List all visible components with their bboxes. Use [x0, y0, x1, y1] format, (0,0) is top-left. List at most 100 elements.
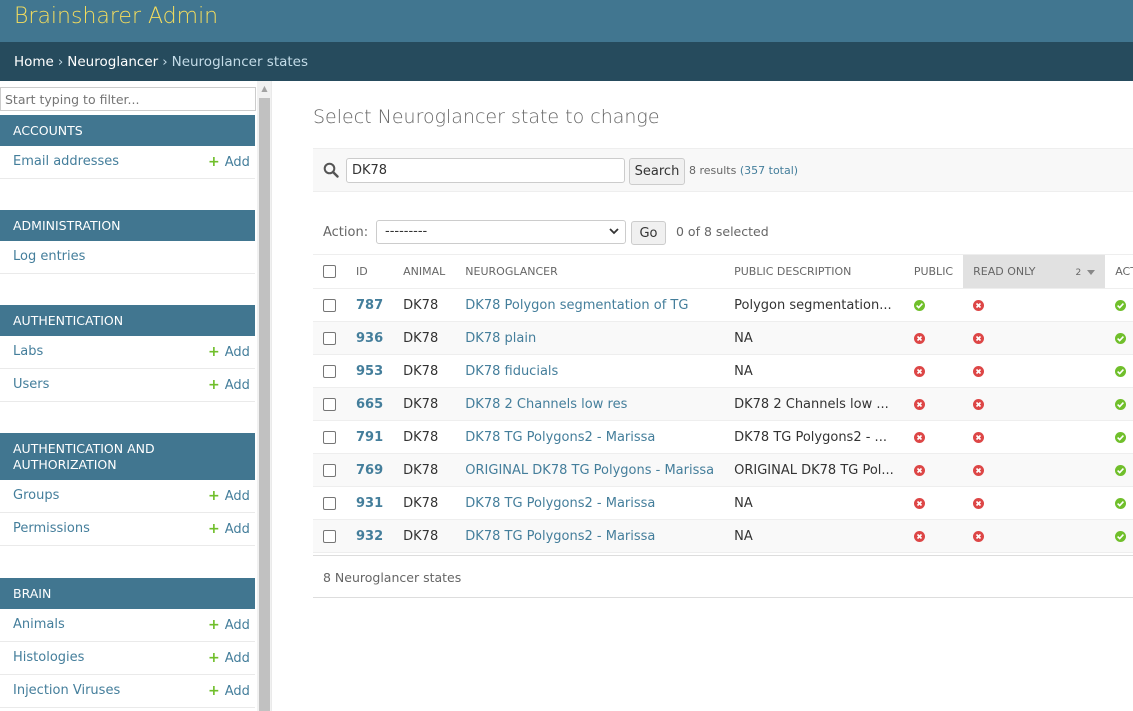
row-select-cell [313, 388, 346, 421]
row-id-link[interactable]: 931 [356, 496, 383, 511]
scroll-up-arrow-icon[interactable]: ▲ [257, 83, 271, 95]
cell-animal: DK78 [403, 363, 439, 379]
neuroglancer-link[interactable]: DK78 fiducials [465, 364, 558, 379]
go-button[interactable]: Go [631, 221, 666, 245]
cell-readonly [963, 487, 1105, 520]
row-id-link[interactable]: 932 [356, 529, 383, 544]
column-header-id[interactable]: ID [346, 254, 394, 289]
column-header-animal[interactable]: ANIMAL [393, 254, 456, 289]
row-checkbox[interactable] [323, 496, 336, 510]
row-id-link[interactable]: 769 [356, 463, 383, 478]
cell-active [1105, 322, 1133, 355]
sidebar-item-link[interactable]: Injection Viruses [13, 683, 120, 698]
add-link[interactable]: + Add [208, 344, 250, 360]
row-checkbox[interactable] [323, 463, 336, 477]
column-header-readonly[interactable]: READ ONLY 2 [963, 254, 1106, 289]
cell-neuroglancer: DK78 TG Polygons2 - Marissa [455, 520, 724, 553]
column-header-description[interactable]: PUBLIC DESCRIPTION [724, 254, 904, 289]
add-link[interactable]: + Add [208, 617, 250, 633]
neuroglancer-link[interactable]: DK78 plain [465, 331, 536, 346]
table-row: 769 DK78 ORIGINAL DK78 TG Polygons - Maris… [313, 453, 1133, 487]
search-button[interactable]: Search [629, 158, 685, 185]
add-link[interactable]: + Add [208, 154, 250, 170]
breadcrumb-home[interactable]: Home [14, 54, 54, 70]
row-checkbox[interactable] [323, 430, 336, 444]
action-select[interactable]: --------- [376, 220, 626, 244]
row-id-link[interactable]: 665 [356, 397, 383, 412]
no-icon [913, 332, 925, 344]
neuroglancer-link[interactable]: DK78 Polygon segmentation of TG [465, 298, 688, 313]
cell-animal: DK78 [403, 429, 439, 445]
add-link[interactable]: + Add [208, 650, 250, 666]
sidebar-item-link[interactable]: Log entries [13, 249, 85, 264]
neuroglancer-link[interactable]: DK78 TG Polygons2 - Marissa [465, 529, 655, 544]
sort-descending-icon[interactable] [1087, 269, 1096, 275]
neuroglancer-link[interactable]: DK78 TG Polygons2 - Marissa [465, 496, 655, 511]
add-link[interactable]: + Add [208, 377, 250, 393]
app-caption[interactable]: AUTHENTICATION [0, 305, 255, 336]
row-checkbox[interactable] [323, 331, 336, 345]
sort-priority-number: 2 [1075, 268, 1082, 278]
app-caption[interactable]: AUTHENTICATION AND AUTHORIZATION [0, 433, 255, 480]
row-id-link[interactable]: 953 [356, 364, 383, 379]
sidebar-item-link[interactable]: Groups [13, 488, 59, 503]
table-row: 787 DK78 DK78 Polygon segmentation of TG Po… [313, 289, 1133, 322]
cell-neuroglancer: ORIGINAL DK78 TG Polygons - Marissa [455, 454, 724, 487]
plus-icon: + [208, 683, 220, 699]
row-select-cell [313, 421, 346, 454]
column-header-neuroglancer[interactable]: NEUROGLANCER [455, 254, 725, 289]
yes-icon [1115, 431, 1127, 443]
nav-filter-input[interactable] [0, 87, 256, 111]
yes-icon [1115, 332, 1127, 344]
add-link[interactable]: + Add [208, 488, 250, 504]
breadcrumb-app[interactable]: Neuroglancer [67, 54, 158, 70]
no-icon [913, 530, 925, 542]
total-count-link[interactable]: (357 total) [740, 164, 798, 177]
app-caption-line: AUTHORIZATION [13, 456, 117, 472]
breadcrumb-current: Neuroglancer states [171, 54, 309, 70]
neuroglancer-link[interactable]: DK78 2 Channels low res [465, 397, 627, 412]
site-name[interactable]: Brainsharer Admin [14, 4, 218, 29]
sidebar-scrollbar-thumb[interactable] [259, 98, 270, 711]
row-checkbox[interactable] [323, 298, 336, 312]
app-caption[interactable]: ACCOUNTS [0, 115, 255, 146]
sidebar-item: Email addresses + Add [0, 146, 255, 179]
row-id-link[interactable]: 791 [356, 430, 383, 445]
row-checkbox[interactable] [323, 397, 336, 411]
sidebar-item-link[interactable]: Animals [13, 617, 65, 632]
cell-public [904, 454, 963, 487]
neuroglancer-link[interactable]: DK78 TG Polygons2 - Marissa [465, 430, 655, 445]
app-caption[interactable]: ADMINISTRATION [0, 210, 255, 241]
add-link[interactable]: + Add [208, 521, 250, 537]
sidebar-item-link[interactable]: Permissions [13, 521, 90, 536]
row-checkbox[interactable] [323, 529, 336, 543]
cell-public [904, 355, 963, 388]
sidebar-item-link[interactable]: Users [13, 377, 49, 392]
column-header-public[interactable]: PUBLIC [903, 254, 964, 289]
sidebar-item: Permissions + Add [0, 513, 255, 546]
add-link[interactable]: + Add [208, 683, 250, 699]
sidebar-item-link[interactable]: Histologies [13, 650, 84, 665]
row-id-link[interactable]: 936 [356, 331, 383, 346]
cell-animal: DK78 [403, 297, 439, 313]
row-checkbox[interactable] [323, 364, 336, 378]
cell-id: 665 [346, 388, 393, 421]
cell-active [1105, 487, 1133, 520]
neuroglancer-link[interactable]: ORIGINAL DK78 TG Polygons - Marissa [465, 463, 714, 478]
table-row: 936 DK78 DK78 plain NA [313, 321, 1133, 355]
app-caption[interactable]: BRAIN [0, 578, 255, 609]
sidebar-item-link[interactable]: Email addresses [13, 154, 119, 169]
yes-icon [1115, 464, 1127, 476]
no-icon [973, 299, 985, 311]
select-all-checkbox[interactable] [323, 265, 336, 279]
search-input[interactable] [346, 158, 625, 183]
row-select-cell [313, 322, 346, 355]
cell-description: ORIGINAL DK78 TG Pol... [734, 462, 894, 478]
sidebar-item-link[interactable]: Labs [13, 344, 43, 359]
row-id-link[interactable]: 787 [356, 298, 383, 313]
table-row: 791 DK78 DK78 TG Polygons2 - Marissa DK78 T… [313, 421, 1133, 454]
column-header-active[interactable]: ACTIVE [1105, 254, 1133, 289]
cell-description: DK78 TG Polygons2 - ... [734, 429, 887, 445]
sidebar-item: Histologies + Add [0, 642, 255, 675]
table-row: 931 DK78 DK78 TG Polygons2 - Marissa NA [313, 487, 1133, 520]
